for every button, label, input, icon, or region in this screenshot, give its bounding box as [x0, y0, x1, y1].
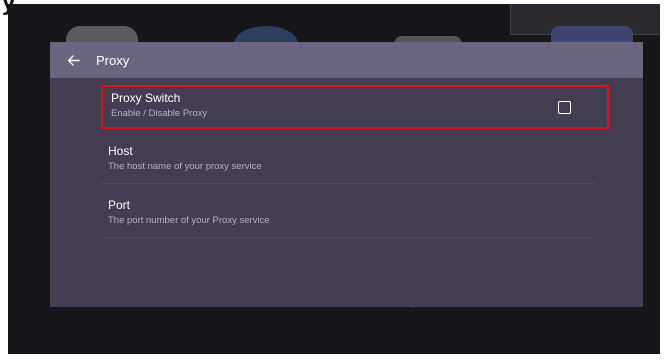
dialog-titlebar: Proxy — [50, 42, 643, 78]
item-description: Enable / Disable Proxy — [111, 108, 208, 119]
proxy-dialog: Proxy Proxy Switch Enable / Disable Prox… — [50, 42, 643, 307]
proxy-switch-item[interactable]: Proxy Switch Enable / Disable Proxy — [101, 85, 609, 129]
proxy-switch-checkbox[interactable] — [558, 101, 571, 114]
dialog-title: Proxy — [96, 52, 130, 68]
item-description: The port number of your Proxy service — [108, 215, 270, 226]
port-item[interactable]: Port The port number of your Proxy servi… — [100, 194, 596, 238]
item-description: The host name of your proxy service — [108, 161, 262, 172]
screen: Q Proxy Proxy Switch Enable / Disable Pr… — [8, 4, 660, 354]
arrow-left-icon[interactable] — [50, 54, 96, 66]
item-label: Host — [108, 144, 133, 158]
item-label: Proxy Switch — [111, 91, 181, 105]
host-item[interactable]: Host The host name of your proxy service — [100, 140, 596, 184]
item-label: Port — [108, 198, 131, 212]
